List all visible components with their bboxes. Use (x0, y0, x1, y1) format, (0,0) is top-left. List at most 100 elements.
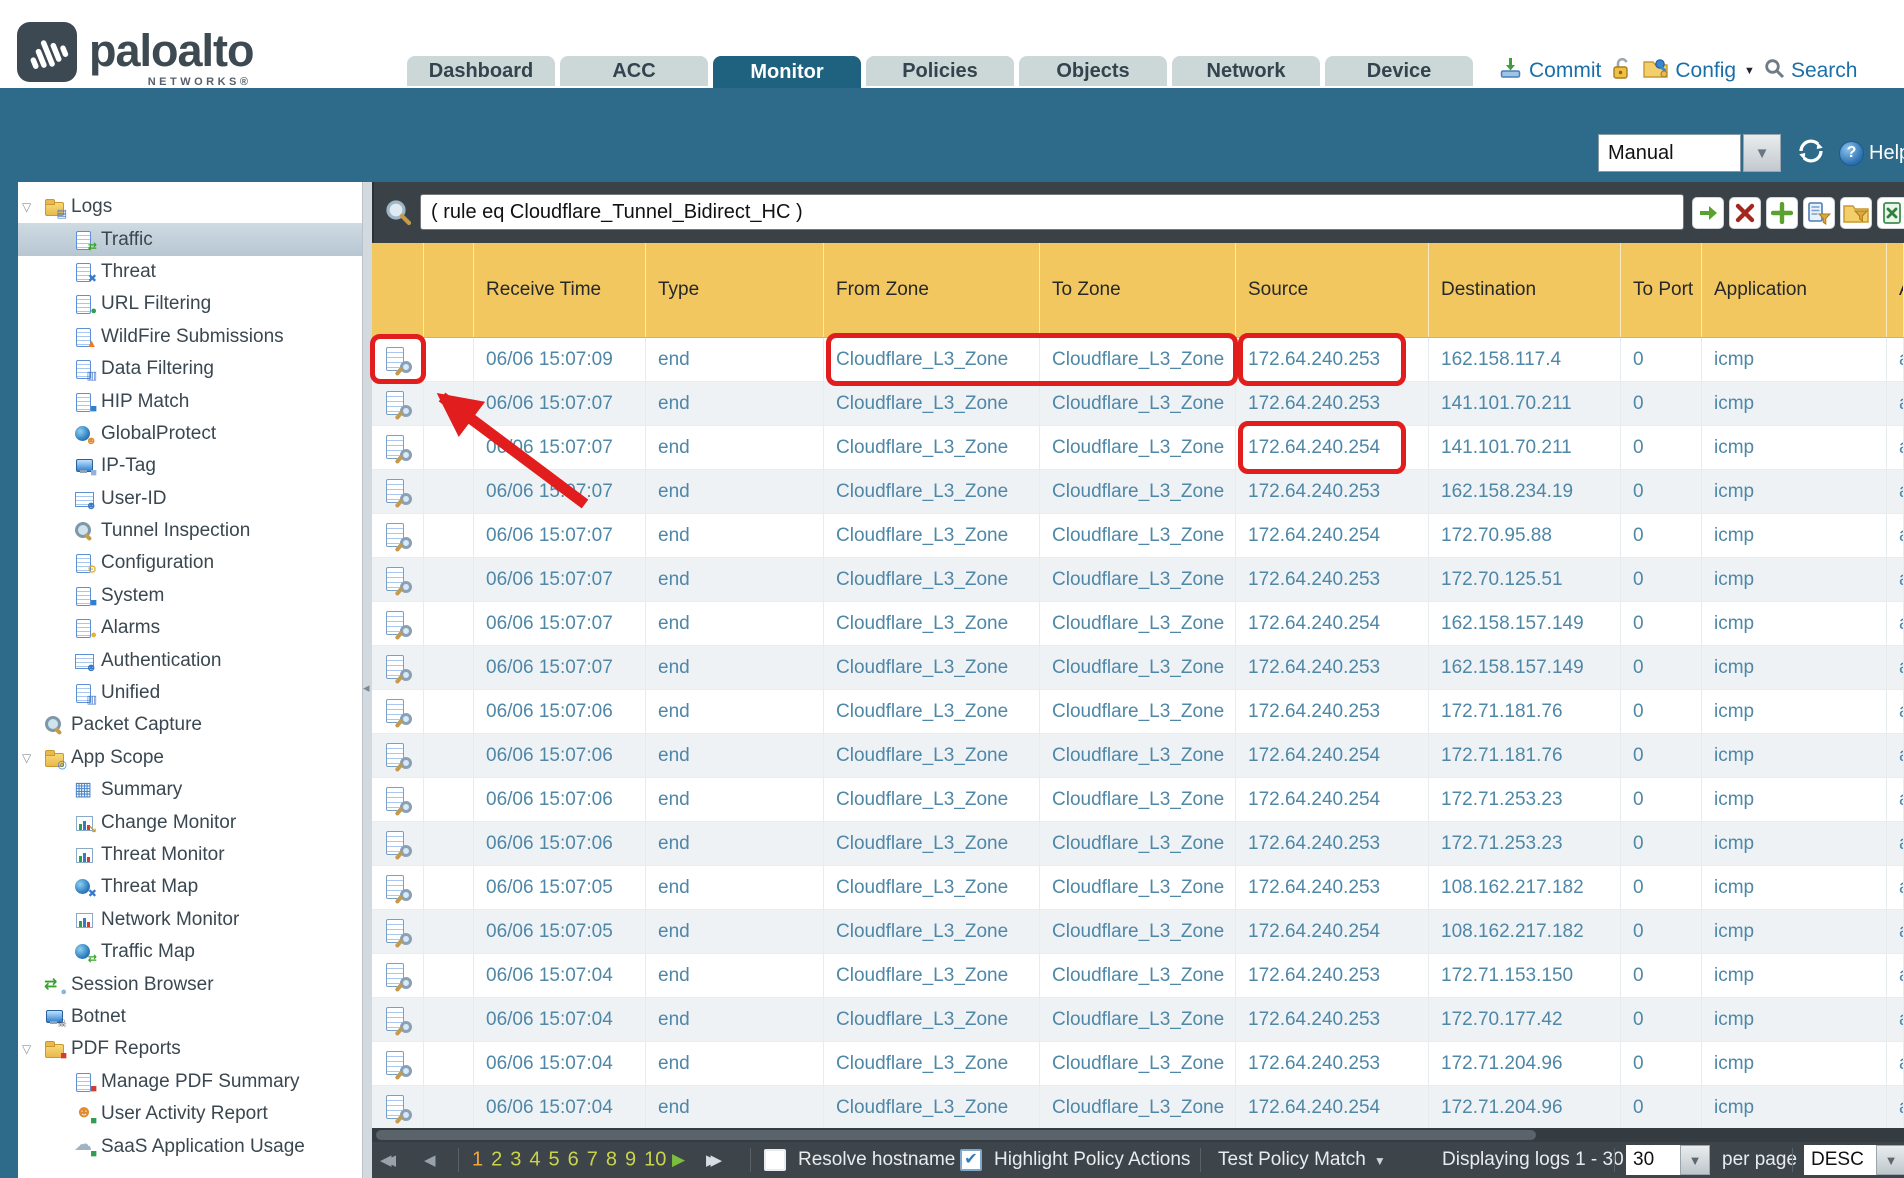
cell-receive-time[interactable]: 06/06 15:07:05 (474, 866, 646, 909)
cell-receive-time[interactable]: 06/06 15:07:07 (474, 558, 646, 601)
cell-receive-time[interactable]: 06/06 15:07:09 (474, 338, 646, 381)
cell-application[interactable]: icmp (1702, 734, 1887, 777)
column-header-destination[interactable]: Destination (1429, 243, 1621, 337)
cell-to-zone[interactable]: Cloudflare_L3_Zone (1040, 514, 1236, 557)
cell-type[interactable]: end (646, 866, 824, 909)
previous-page-button[interactable]: ◀ (424, 1151, 436, 1169)
cell-destination[interactable]: 172.71.181.76 (1429, 734, 1621, 777)
column-header-to-port[interactable]: To Port (1621, 243, 1702, 337)
per-page-select[interactable]: 30 (1626, 1145, 1680, 1175)
search-button[interactable]: Search (1764, 58, 1858, 85)
column-header-from-zone[interactable]: From Zone (824, 243, 1040, 337)
cell-destination[interactable]: 172.70.177.42 (1429, 998, 1621, 1041)
column-header-receive-time[interactable]: Receive Time (474, 243, 646, 337)
sidebar-item-botnet[interactable]: ☠Botnet (18, 1001, 362, 1033)
cell-receive-time[interactable]: 06/06 15:07:06 (474, 690, 646, 733)
cell-source[interactable]: 172.64.240.253 (1236, 866, 1429, 909)
cell-destination[interactable]: 172.71.204.96 (1429, 1042, 1621, 1085)
clear-filter-button[interactable] (1729, 197, 1761, 229)
highlight-policy-actions-checkbox[interactable]: ✔ (960, 1149, 982, 1171)
cell-source[interactable]: 172.64.240.253 (1236, 646, 1429, 689)
cell-action[interactable]: a (1887, 1086, 1904, 1128)
cell-action[interactable]: a (1887, 954, 1904, 997)
commit-button[interactable]: Commit (1498, 56, 1601, 86)
cell-source[interactable]: 172.64.240.254 (1236, 778, 1429, 821)
cell-application[interactable]: icmp (1702, 690, 1887, 733)
cell-application[interactable]: icmp (1702, 866, 1887, 909)
tab-network[interactable]: Network (1172, 56, 1320, 86)
log-detail-icon[interactable] (386, 1050, 410, 1078)
tab-monitor[interactable]: Monitor (713, 56, 861, 88)
log-detail-icon[interactable] (386, 742, 410, 770)
sidebar-item-threat-monitor[interactable]: Threat Monitor (18, 839, 362, 871)
sidebar-item-threat-map[interactable]: ✖Threat Map (18, 871, 362, 903)
cell-to-zone[interactable]: Cloudflare_L3_Zone (1040, 734, 1236, 777)
log-detail-icon[interactable] (386, 786, 410, 814)
cell-type[interactable]: end (646, 1086, 824, 1128)
cell-receive-time[interactable]: 06/06 15:07:07 (474, 602, 646, 645)
cell-to-port[interactable]: 0 (1621, 382, 1702, 425)
tree-expand-caret-icon[interactable]: ▽ (22, 751, 44, 765)
cell-application[interactable]: icmp (1702, 822, 1887, 865)
cell-source[interactable]: 172.64.240.254 (1236, 734, 1429, 777)
cell-application[interactable]: icmp (1702, 426, 1887, 469)
cell-to-port[interactable]: 0 (1621, 1042, 1702, 1085)
log-detail-icon[interactable] (386, 346, 410, 374)
cell-source[interactable]: 172.64.240.253 (1236, 954, 1429, 997)
cell-destination[interactable]: 172.71.204.96 (1429, 1086, 1621, 1128)
cell-application[interactable]: icmp (1702, 1042, 1887, 1085)
cell-destination[interactable]: 172.71.153.150 (1429, 954, 1621, 997)
cell-application[interactable]: icmp (1702, 646, 1887, 689)
cell-to-zone[interactable]: Cloudflare_L3_Zone (1040, 1042, 1236, 1085)
sidebar-item-system[interactable]: ■System (18, 580, 362, 612)
tab-dashboard[interactable]: Dashboard (407, 56, 555, 86)
cell-receive-time[interactable]: 06/06 15:07:06 (474, 778, 646, 821)
page-number-3[interactable]: 3 (510, 1149, 521, 1172)
cell-action[interactable]: a (1887, 558, 1904, 601)
cell-to-port[interactable]: 0 (1621, 866, 1702, 909)
sidebar-item-saas-application-usage[interactable]: ■SaaS Application Usage (18, 1130, 362, 1162)
cell-from-zone[interactable]: Cloudflare_L3_Zone (824, 646, 1040, 689)
cell-to-port[interactable]: 0 (1621, 602, 1702, 645)
cell-type[interactable]: end (646, 822, 824, 865)
cell-destination[interactable]: 172.71.181.76 (1429, 690, 1621, 733)
cell-to-port[interactable]: 0 (1621, 734, 1702, 777)
cell-to-port[interactable]: 0 (1621, 514, 1702, 557)
cell-to-port[interactable]: 0 (1621, 426, 1702, 469)
page-number-4[interactable]: 4 (529, 1149, 540, 1172)
cell-from-zone[interactable]: Cloudflare_L3_Zone (824, 778, 1040, 821)
cell-from-zone[interactable]: Cloudflare_L3_Zone (824, 514, 1040, 557)
column-header-a[interactable]: A (1887, 243, 1904, 337)
sidebar-item-change-monitor[interactable]: ↘Change Monitor (18, 806, 362, 838)
tab-policies[interactable]: Policies (866, 56, 1014, 86)
cell-type[interactable]: end (646, 998, 824, 1041)
cell-action[interactable]: a (1887, 822, 1904, 865)
log-detail-icon[interactable] (386, 1006, 410, 1034)
page-number-2[interactable]: 2 (491, 1149, 502, 1172)
test-policy-match-button[interactable]: Test Policy Match▼ (1218, 1149, 1386, 1171)
cell-type[interactable]: end (646, 426, 824, 469)
load-filter-icon[interactable] (1840, 197, 1872, 229)
cell-from-zone[interactable]: Cloudflare_L3_Zone (824, 690, 1040, 733)
cell-application[interactable]: icmp (1702, 602, 1887, 645)
config-menu[interactable]: Config ▼ (1642, 56, 1755, 86)
cell-type[interactable]: end (646, 910, 824, 953)
cell-to-zone[interactable]: Cloudflare_L3_Zone (1040, 866, 1236, 909)
sidebar-item-session-browser[interactable]: ●Session Browser (18, 968, 362, 1000)
sidebar-item-alarms[interactable]: ●Alarms (18, 612, 362, 644)
log-detail-icon[interactable] (386, 390, 410, 418)
cell-type[interactable]: end (646, 1042, 824, 1085)
cell-receive-time[interactable]: 06/06 15:07:06 (474, 734, 646, 777)
cell-action[interactable]: a (1887, 1042, 1904, 1085)
cell-source[interactable]: 172.64.240.253 (1236, 338, 1429, 381)
cell-type[interactable]: end (646, 558, 824, 601)
cell-to-port[interactable]: 0 (1621, 646, 1702, 689)
log-detail-icon[interactable] (386, 918, 410, 946)
refresh-mode-select[interactable]: Manual (1598, 134, 1741, 172)
log-detail-icon[interactable] (386, 610, 410, 638)
cell-source[interactable]: 172.64.240.254 (1236, 1086, 1429, 1128)
sidebar-item-logs[interactable]: ▽▤Logs (18, 191, 362, 223)
cell-from-zone[interactable]: Cloudflare_L3_Zone (824, 866, 1040, 909)
cell-type[interactable]: end (646, 690, 824, 733)
cell-type[interactable]: end (646, 778, 824, 821)
